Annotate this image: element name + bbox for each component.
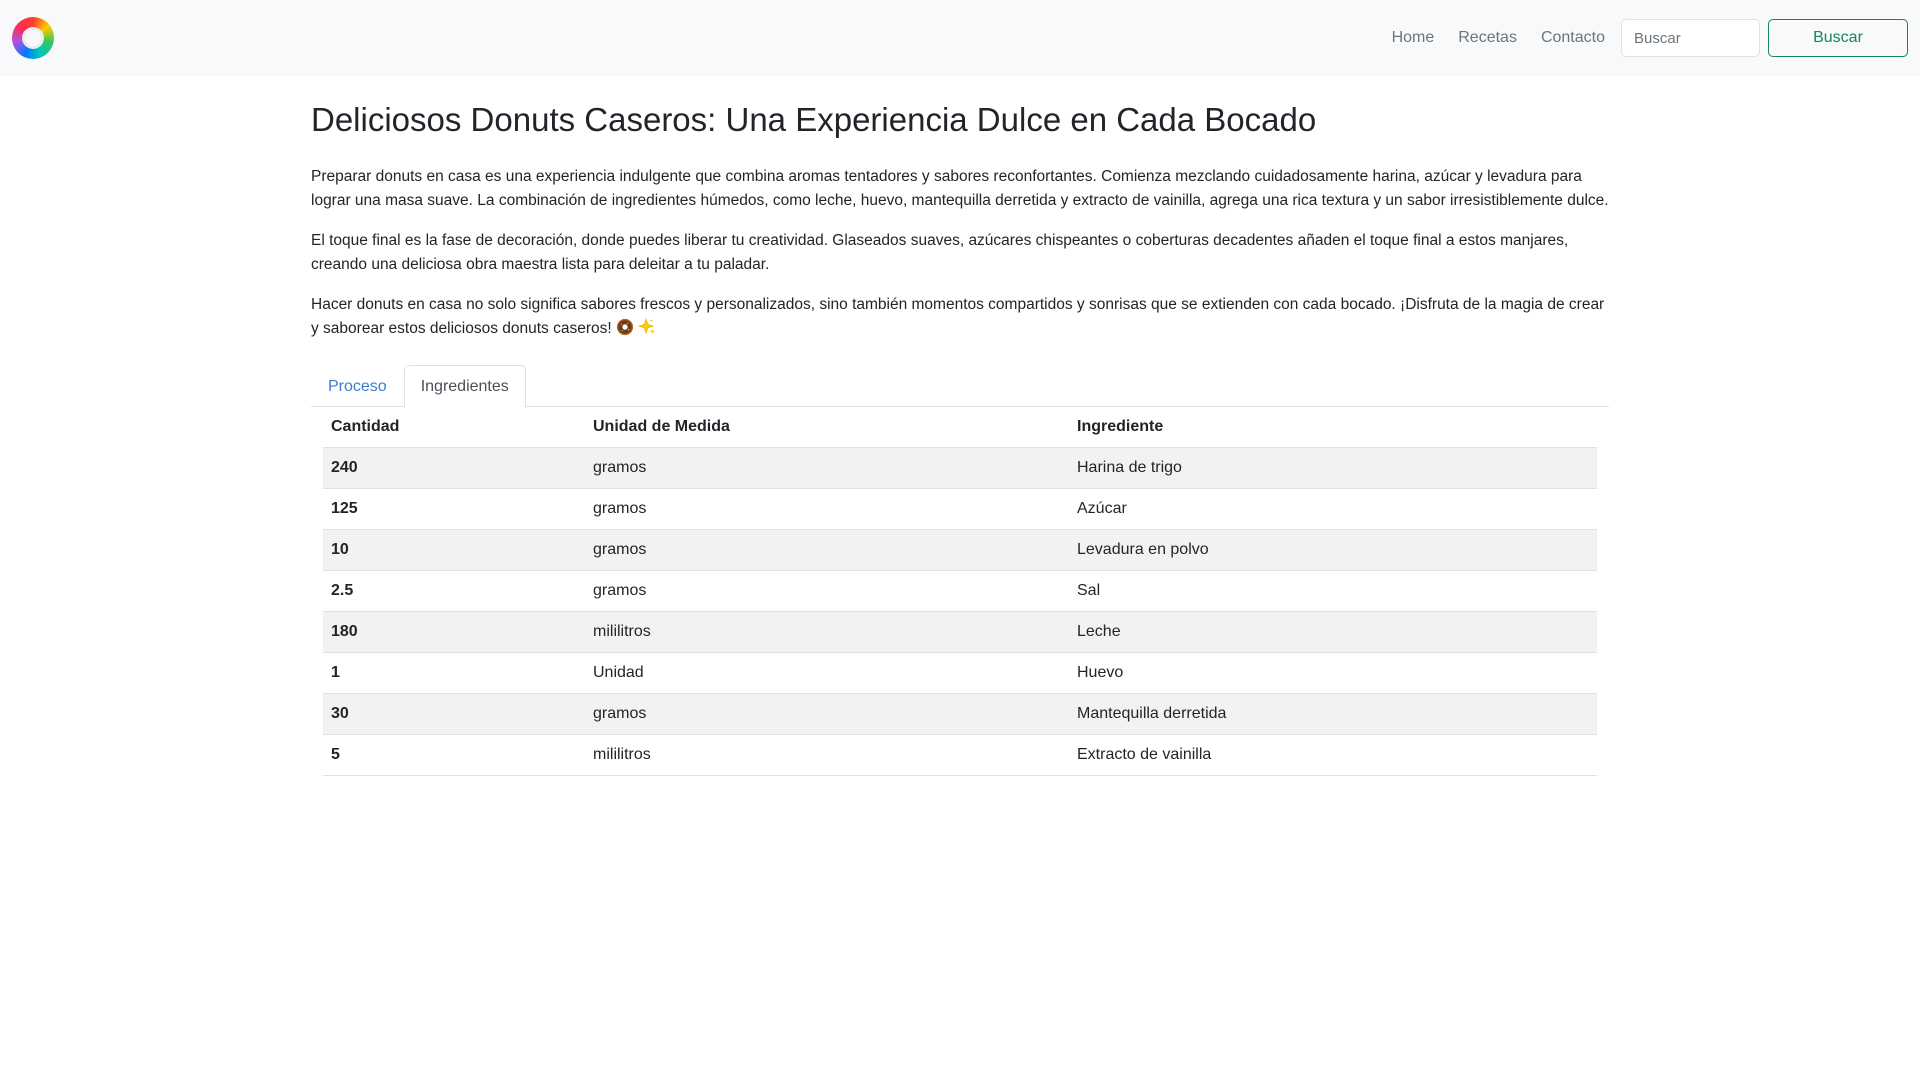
cell-ingrediente: Levadura en polvo [1069, 529, 1597, 572]
cell-cantidad: 125 [323, 488, 585, 531]
cell-unidad: Unidad [585, 652, 1069, 695]
table-row: 125 gramos Azúcar [323, 488, 1597, 531]
cell-ingrediente: Sal [1069, 570, 1597, 613]
table-row: 5 mililitros Extracto de vainilla [323, 734, 1597, 777]
search-input[interactable] [1621, 19, 1760, 57]
cell-cantidad: 2.5 [323, 570, 585, 613]
table-row: 1 Unidad Huevo [323, 652, 1597, 695]
cell-cantidad: 180 [323, 611, 585, 654]
cell-cantidad: 5 [323, 734, 585, 777]
table-row: 2.5 gramos Sal [323, 570, 1597, 613]
column-header-unidad: Unidad de Medida [585, 406, 1069, 449]
page-title: Deliciosos Donuts Caseros: Una Experienc… [311, 101, 1317, 138]
recipe-tabs: Proceso Ingredientes [311, 364, 1609, 408]
main-content: Deliciosos Donuts Caseros: Una Experienc… [311, 76, 1609, 777]
ingredients-table-wrapper: Cantidad Unidad de Medida Ingrediente 24… [311, 406, 1609, 777]
table-header-row: Cantidad Unidad de Medida Ingrediente [323, 406, 1597, 449]
cell-cantidad: 240 [323, 447, 585, 490]
nav-link-recetas[interactable]: Recetas [1458, 29, 1517, 47]
table-row: 10 gramos Levadura en polvo [323, 529, 1597, 572]
cell-unidad: gramos [585, 488, 1069, 531]
cell-ingrediente: Azúcar [1069, 488, 1597, 531]
paragraph-decoration: El toque final es la fase de decoración,… [311, 231, 1569, 273]
donut-icon [616, 318, 634, 335]
table-row: 180 mililitros Leche [323, 611, 1597, 654]
logo-icon[interactable] [12, 17, 54, 59]
tab-ingredientes[interactable]: Ingredientes [403, 364, 526, 408]
paragraph-intro: Preparar donuts en casa es una experienc… [311, 167, 1609, 209]
paragraph-closing: Hacer donuts en casa no solo significa s… [311, 293, 1609, 341]
sparkles-icon [638, 317, 656, 334]
cell-cantidad: 10 [323, 529, 585, 572]
column-header-cantidad: Cantidad [323, 406, 585, 449]
search-button[interactable]: Buscar [1768, 19, 1908, 57]
cell-unidad: gramos [585, 570, 1069, 613]
column-header-ingrediente: Ingrediente [1069, 406, 1597, 449]
navbar: Home Recetas Contacto Buscar [0, 0, 1920, 76]
cell-ingrediente: Harina de trigo [1069, 447, 1597, 490]
cell-cantidad: 1 [323, 652, 585, 695]
paragraph-closing-text: Hacer donuts en casa no solo significa s… [311, 295, 1605, 337]
cell-ingrediente: Huevo [1069, 652, 1597, 695]
table-row: 240 gramos Harina de trigo [323, 447, 1597, 490]
ingredients-table: Cantidad Unidad de Medida Ingrediente 24… [323, 406, 1597, 777]
cell-cantidad: 30 [323, 693, 585, 736]
cell-ingrediente: Mantequilla derretida [1069, 693, 1597, 736]
table-row: 30 gramos Mantequilla derretida [323, 693, 1597, 736]
nav-link-home[interactable]: Home [1392, 29, 1435, 47]
cell-unidad: gramos [585, 693, 1069, 736]
tab-proceso[interactable]: Proceso [311, 365, 404, 407]
cell-unidad: mililitros [585, 734, 1069, 777]
cell-ingrediente: Extracto de vainilla [1069, 734, 1597, 777]
cell-unidad: mililitros [585, 611, 1069, 654]
nav-right: Home Recetas Contacto Buscar [1392, 0, 1908, 76]
cell-unidad: gramos [585, 529, 1069, 572]
nav-link-contacto[interactable]: Contacto [1541, 29, 1605, 47]
cell-unidad: gramos [585, 447, 1069, 490]
cell-ingrediente: Leche [1069, 611, 1597, 654]
